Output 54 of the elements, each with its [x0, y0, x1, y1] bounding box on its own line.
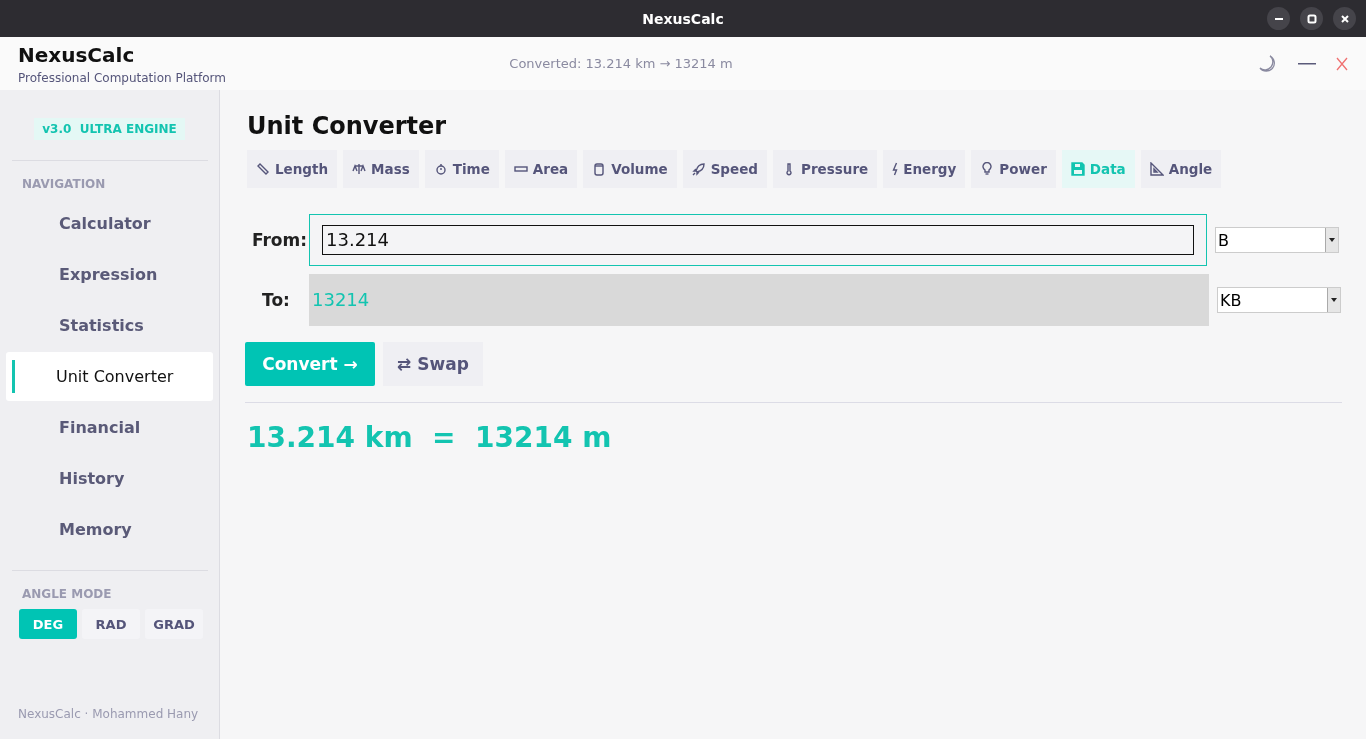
- category-tab[interactable]: Speed: [682, 150, 767, 188]
- timer-icon: [433, 162, 448, 176]
- nav-item[interactable]: Expression: [6, 250, 213, 299]
- minimize-icon: [1274, 17, 1283, 20]
- category-tab[interactable]: Energy: [883, 150, 966, 188]
- moon-icon[interactable]: [1258, 53, 1278, 74]
- section-heading: ANGLE MODE: [22, 587, 113, 601]
- category-tab[interactable]: Power: [971, 150, 1056, 188]
- rocket-icon: [691, 162, 706, 176]
- nav-item[interactable]: History: [6, 454, 213, 503]
- dropdown-caret-icon: [1327, 288, 1340, 312]
- nav-item[interactable]: Financial: [6, 403, 213, 452]
- from-label: From:: [250, 230, 308, 250]
- lightning-icon: [892, 162, 899, 176]
- category-tab[interactable]: Time: [424, 150, 499, 188]
- footer-credit: NexusCalc · Mohammed Hany: [17, 707, 200, 721]
- app-subtitle: Professional Computation Platform: [18, 70, 228, 85]
- category-tab[interactable]: Angle: [1140, 150, 1222, 188]
- status-text: Converted: 13.214 km → 13214 m: [508, 56, 734, 71]
- category-tab[interactable]: Mass: [343, 150, 419, 188]
- page-title: Unit Converter: [247, 112, 448, 140]
- angle-mode-button[interactable]: RAD: [82, 609, 140, 639]
- category-tab[interactable]: Pressure: [773, 150, 878, 188]
- from-unit-dropdown[interactable]: B: [1215, 227, 1339, 253]
- to-unit-dropdown[interactable]: KB: [1217, 287, 1341, 313]
- maximize-button[interactable]: [1300, 7, 1323, 30]
- category-tab[interactable]: Area: [504, 150, 578, 188]
- ruler-icon: [256, 162, 270, 176]
- swap-button[interactable]: ⇄ Swap: [383, 342, 483, 386]
- nav-item[interactable]: Unit Converter: [6, 352, 213, 401]
- nav-item[interactable]: Statistics: [6, 301, 213, 350]
- angle-mode-button[interactable]: GRAD: [145, 609, 203, 639]
- nav-item[interactable]: Memory: [6, 505, 213, 554]
- close-icon[interactable]: [1336, 56, 1348, 71]
- close-icon: [1339, 13, 1350, 24]
- app-name: NexusCalc: [18, 42, 136, 67]
- result-output-field: 13214: [309, 274, 1209, 326]
- conversion-result: 13.214 km = 13214 m: [247, 421, 613, 454]
- section-heading: NAVIGATION: [22, 177, 107, 191]
- version-badge: v3.0 ULTRA ENGINE: [34, 118, 185, 140]
- scale-icon: [352, 162, 367, 176]
- dropdown-caret-icon: [1325, 228, 1338, 252]
- maximize-icon: [1306, 13, 1317, 24]
- minimize-button[interactable]: [1267, 7, 1290, 30]
- nav-item[interactable]: Calculator: [6, 199, 213, 248]
- lightbulb-icon: [980, 162, 995, 176]
- window-title: NexusCalc: [642, 10, 724, 27]
- jar-icon: [592, 162, 607, 176]
- to-label: To:: [261, 290, 291, 310]
- from-input-field[interactable]: 13.214: [309, 214, 1207, 266]
- save-icon: [1070, 162, 1085, 176]
- close-button[interactable]: [1333, 7, 1356, 30]
- category-tab[interactable]: Volume: [583, 150, 677, 188]
- category-tab[interactable]: Length: [247, 150, 338, 188]
